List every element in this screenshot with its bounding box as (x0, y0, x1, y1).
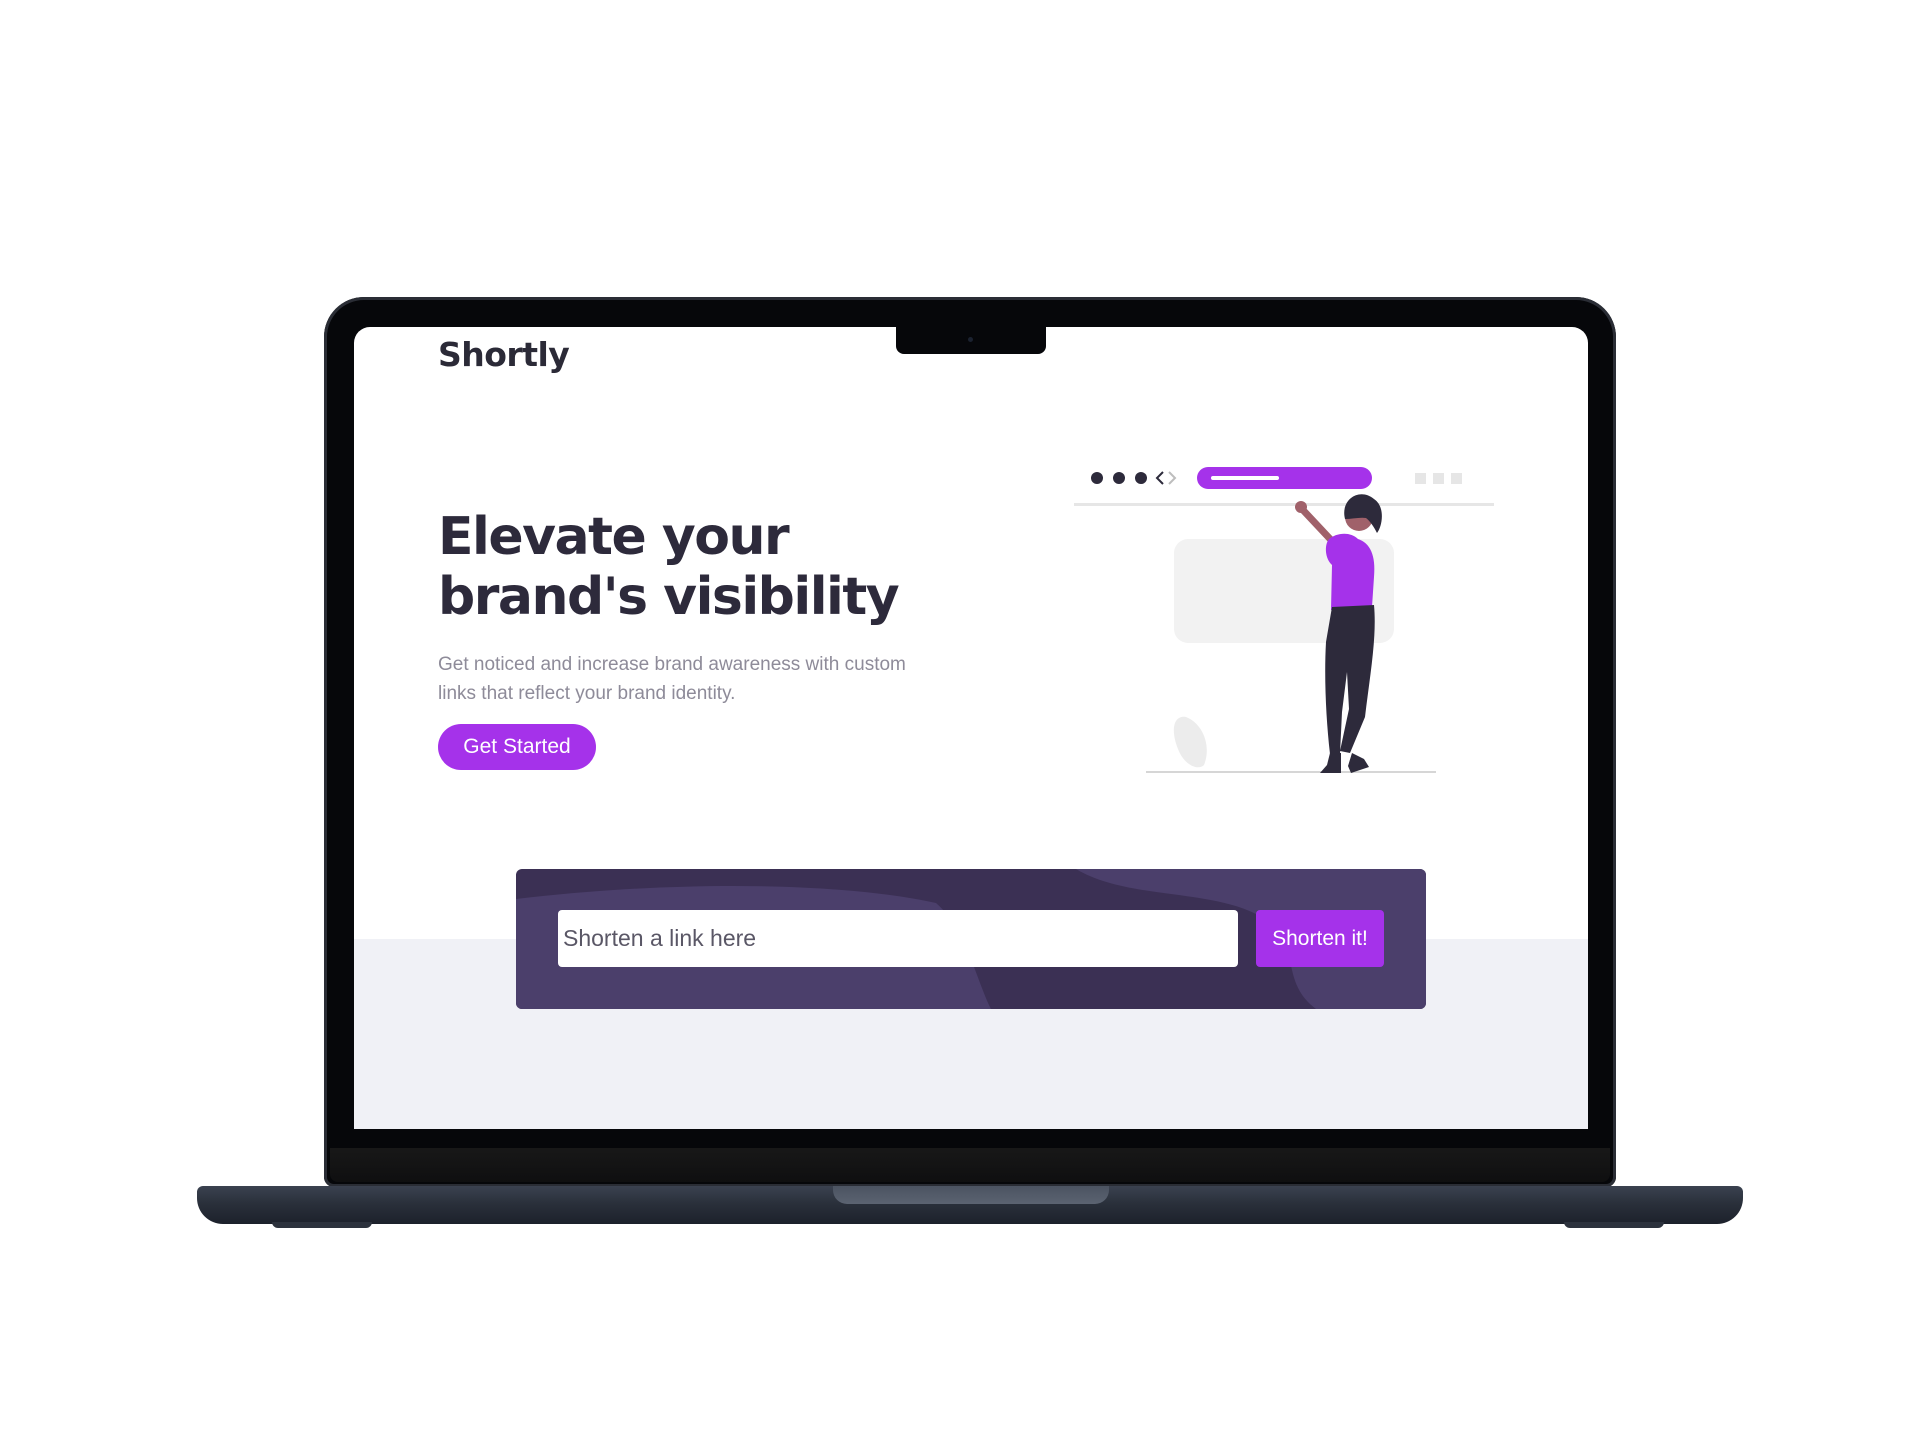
browser-dots-icon (1091, 472, 1147, 484)
laptop-screen: Shortly Elevate your brand's visibility … (354, 327, 1588, 1129)
hero-illustration (1074, 467, 1494, 773)
camera-notch (896, 327, 1046, 354)
chevron-right-icon (1168, 471, 1177, 485)
laptop-mockup: Shortly Elevate your brand's visibility … (0, 0, 1920, 1440)
hero-title: Elevate your brand's visibility (438, 507, 900, 627)
laptop-foot-right (1564, 1222, 1664, 1228)
site-logo[interactable]: Shortly (438, 335, 570, 374)
laptop-lower-bezel (330, 1148, 1610, 1182)
camera-icon (968, 337, 973, 342)
get-started-button[interactable]: Get Started (438, 724, 596, 770)
ground-line (1146, 771, 1436, 773)
shorten-button[interactable]: Shorten it! (1256, 910, 1384, 967)
window-controls-icon (1415, 473, 1462, 484)
shorten-form: Shorten it! (516, 869, 1426, 1009)
laptop-opening-groove (833, 1186, 1109, 1204)
hero-description: Get noticed and increase brand awareness… (438, 654, 906, 704)
address-bar-text (1211, 476, 1279, 480)
link-input[interactable] (558, 910, 1238, 967)
laptop-foot-left (272, 1222, 372, 1228)
leaf-icon (1173, 716, 1207, 768)
browser-divider (1074, 503, 1494, 506)
chevron-left-icon (1155, 471, 1164, 485)
